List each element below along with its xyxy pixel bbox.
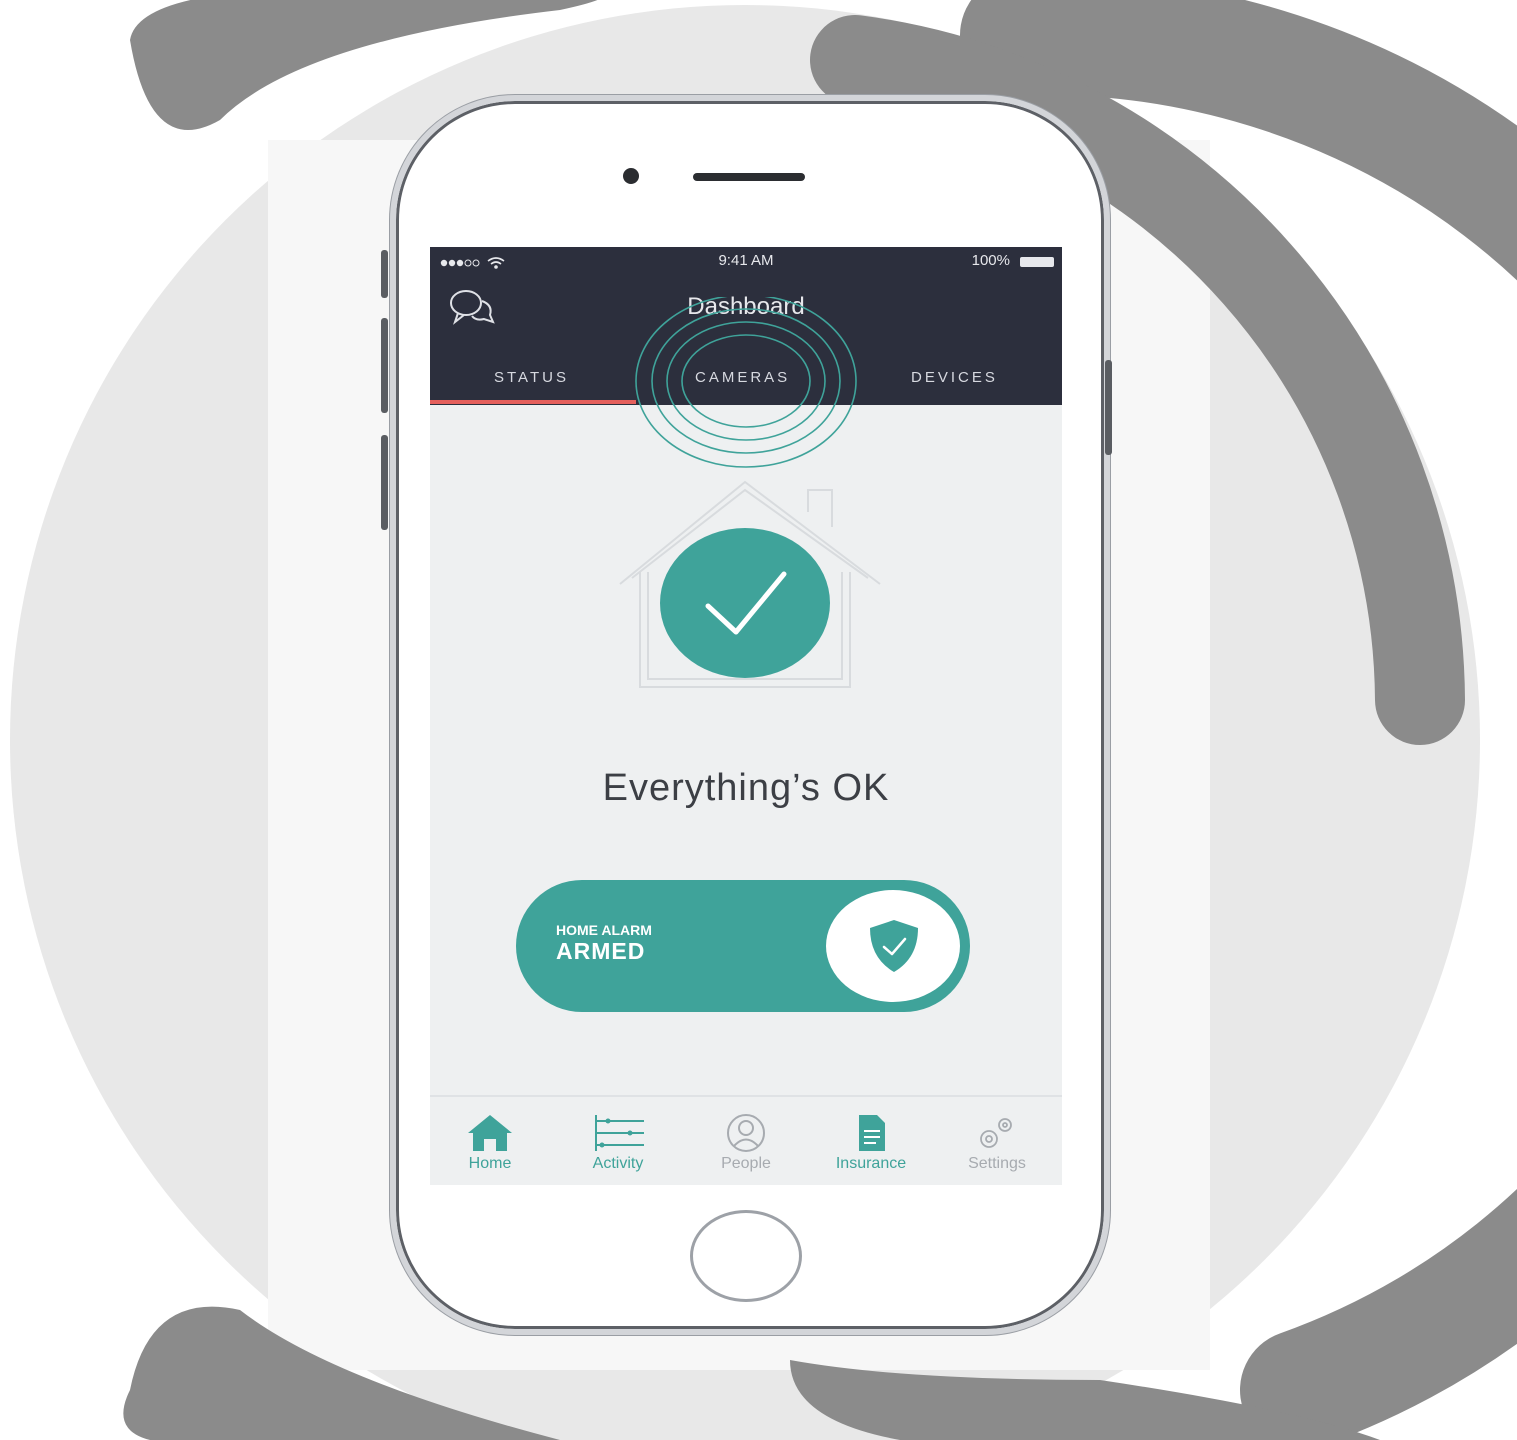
bottom-tab-bar: Home Activity People Insurance Settings — [430, 1095, 1062, 1185]
tabbar-item-activity[interactable]: Activity — [558, 1097, 678, 1185]
tabbar-label-insurance: Insurance — [835, 1155, 907, 1172]
tab-status[interactable]: STATUS — [494, 369, 569, 386]
tabbar-label-settings: Settings — [968, 1155, 1026, 1172]
home-icon — [468, 1115, 512, 1151]
tabbar-label-people: People — [721, 1155, 771, 1172]
tabbar-label-activity: Activity — [592, 1155, 644, 1172]
settings-icon — [980, 1118, 1012, 1148]
tabbar-item-people[interactable]: People — [686, 1097, 806, 1185]
alarm-label: HOME ALARM — [556, 922, 652, 938]
front-camera — [623, 168, 639, 184]
shield-check-icon — [870, 920, 918, 972]
tab-devices[interactable]: DEVICES — [911, 369, 998, 386]
activity-icon — [595, 1115, 644, 1151]
phone-mute-switch — [381, 250, 388, 298]
people-icon — [727, 1114, 765, 1152]
tabbar-label-home: Home — [468, 1155, 512, 1172]
app-screen: 9:41 AM 100% Dashboard STATUS CAMERAS DE… — [430, 247, 1062, 1185]
phone-home-button[interactable] — [690, 1210, 802, 1302]
phone-power-button — [1105, 360, 1112, 455]
checkmark-icon — [705, 571, 787, 635]
home-alarm-toggle[interactable]: HOME ALARM ARMED — [516, 880, 970, 1012]
active-tab-indicator — [430, 400, 636, 404]
status-ok-badge — [660, 528, 830, 678]
battery-percentage: 100% — [971, 252, 1010, 269]
tabbar-item-insurance[interactable]: Insurance — [811, 1097, 931, 1185]
alarm-toggle-knob[interactable] — [826, 890, 960, 1002]
tabbar-item-settings[interactable]: Settings — [937, 1097, 1057, 1185]
status-bar: 9:41 AM 100% — [430, 247, 1062, 277]
earpiece-speaker — [693, 173, 805, 181]
status-time: 9:41 AM — [718, 252, 774, 269]
tap-ripple-graphic — [635, 297, 857, 468]
insurance-icon — [859, 1115, 885, 1151]
tabbar-item-home[interactable]: Home — [430, 1097, 550, 1185]
phone-volume-down-button — [381, 435, 388, 530]
battery-icon — [1020, 257, 1054, 267]
status-message: Everything’s OK — [602, 767, 890, 809]
alarm-state: ARMED — [556, 938, 646, 964]
phone-volume-up-button — [381, 318, 388, 413]
